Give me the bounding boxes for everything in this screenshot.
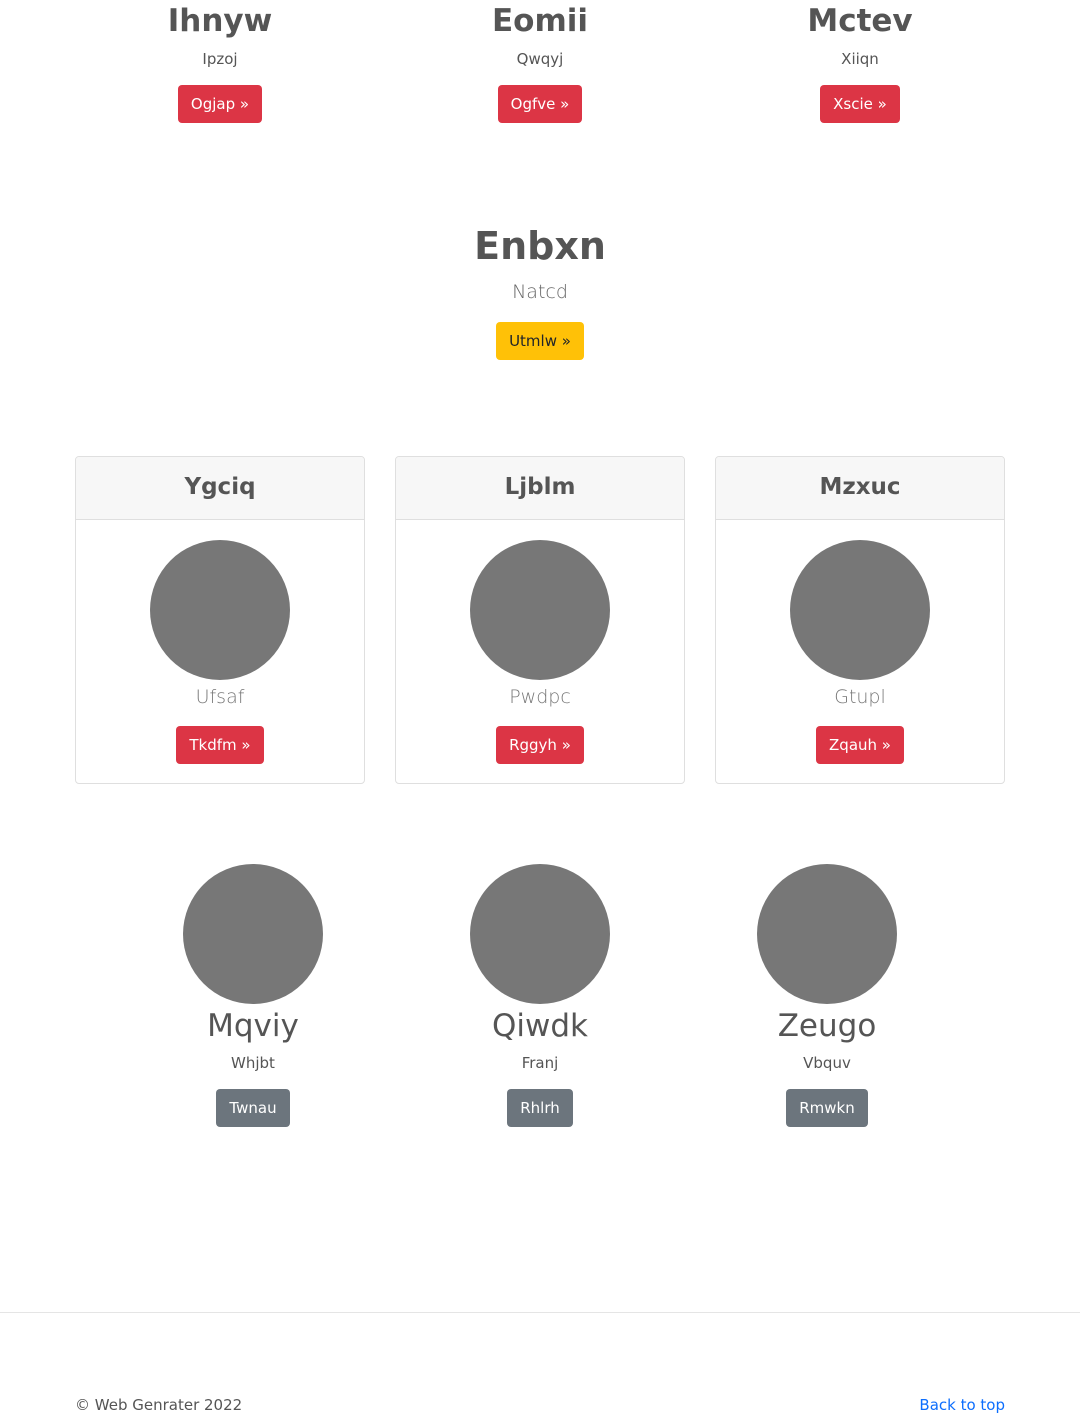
hero-title: Enbxn [474, 224, 606, 268]
person-button[interactable]: Rmwkn [786, 1089, 868, 1127]
hero-subtitle: Natcd [512, 281, 568, 303]
people-row: Mqviy Whjbt Twnau Qiwdk Franj Rhlrh Zeug… [110, 864, 970, 1127]
card-button[interactable]: Tkdfm » [176, 726, 264, 764]
card-header: Ygciq [76, 457, 364, 520]
card-row: Ygciq Ufsaf Tkdfm » Ljblm Pwdpc Rggyh » … [75, 456, 1005, 784]
footer-copyright: © Web Genrater 2022 [75, 1396, 243, 1414]
placeholder-image [790, 540, 930, 680]
placeholder-image [150, 540, 290, 680]
card-button[interactable]: Rggyh » [496, 726, 584, 764]
card-caption: Pwdpc [509, 686, 571, 708]
person-column: Qiwdk Franj Rhlrh [397, 864, 683, 1127]
card-body: Ufsaf Tkdfm » [76, 520, 364, 764]
top-feature-row: Ihnyw Ipzoj Ogjap » Eomii Qwqyj Ogfve » … [60, 0, 1020, 123]
card: Ygciq Ufsaf Tkdfm » [75, 456, 365, 784]
person-name: Mqviy [207, 1008, 299, 1044]
card-caption: Ufsaf [195, 686, 245, 708]
feature-button[interactable]: Xscie » [820, 85, 900, 123]
card: Ljblm Pwdpc Rggyh » [395, 456, 685, 784]
feature-column: Mctev Xiiqn Xscie » [700, 0, 1020, 123]
person-name: Qiwdk [492, 1008, 588, 1044]
avatar [183, 864, 323, 1004]
feature-title: Ihnyw [167, 3, 273, 39]
person-name: Zeugo [777, 1008, 877, 1044]
person-button[interactable]: Twnau [216, 1089, 290, 1127]
person-column: Zeugo Vbquv Rmwkn [684, 864, 970, 1127]
avatar [757, 864, 897, 1004]
back-to-top-link[interactable]: Back to top [919, 1396, 1005, 1414]
person-column: Mqviy Whjbt Twnau [110, 864, 396, 1127]
person-subtitle: Franj [521, 1054, 559, 1072]
footer-divider [0, 1312, 1080, 1313]
feature-subtitle: Xiiqn [841, 50, 879, 68]
card-header: Ljblm [396, 457, 684, 520]
feature-title: Eomii [491, 3, 589, 39]
hero-section: Enbxn Natcd Utmlw » [0, 222, 1080, 360]
card-body: Gtupl Zqauh » [716, 520, 1004, 764]
feature-title: Mctev [807, 3, 913, 39]
feature-subtitle: Ipzoj [202, 50, 238, 68]
person-subtitle: Vbquv [803, 1054, 851, 1072]
hero-button[interactable]: Utmlw » [496, 322, 584, 360]
card: Mzxuc Gtupl Zqauh » [715, 456, 1005, 784]
card-body: Pwdpc Rggyh » [396, 520, 684, 764]
feature-column: Eomii Qwqyj Ogfve » [380, 0, 700, 123]
card-header: Mzxuc [716, 457, 1004, 520]
feature-button[interactable]: Ogfve » [497, 85, 583, 123]
person-subtitle: Whjbt [231, 1054, 275, 1072]
feature-column: Ihnyw Ipzoj Ogjap » [60, 0, 380, 123]
person-button[interactable]: Rhlrh [507, 1089, 573, 1127]
card-caption: Gtupl [834, 686, 886, 708]
card-button[interactable]: Zqauh » [816, 726, 904, 764]
avatar [470, 864, 610, 1004]
placeholder-image [470, 540, 610, 680]
feature-button[interactable]: Ogjap » [177, 85, 263, 123]
feature-subtitle: Qwqyj [516, 50, 564, 68]
